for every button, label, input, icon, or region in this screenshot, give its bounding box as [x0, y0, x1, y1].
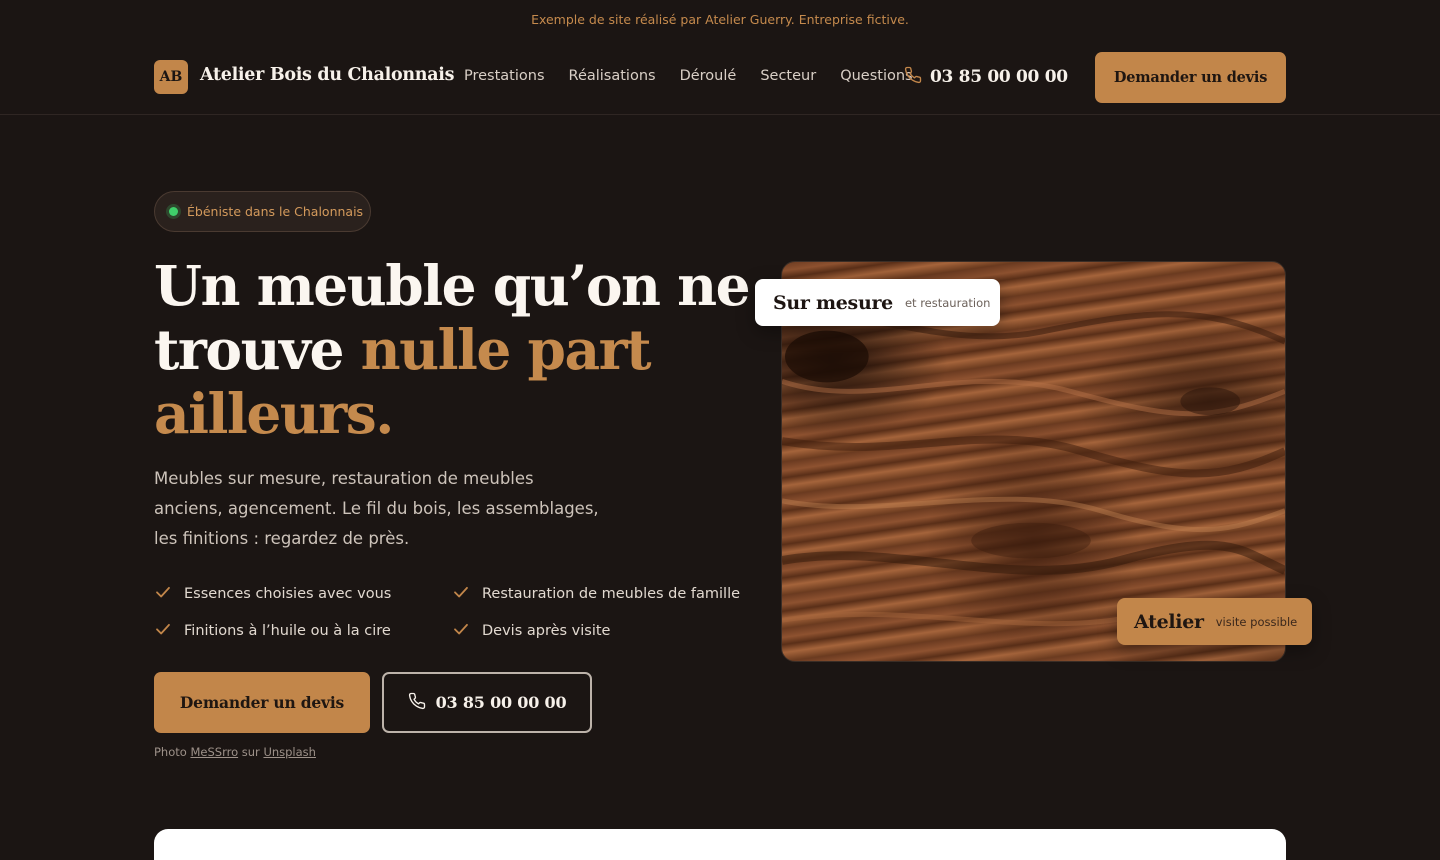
tag-top-subtitle: et restauration [904, 295, 991, 310]
nav-link-prestations[interactable]: Prestations [464, 68, 545, 84]
check-icon [154, 620, 172, 642]
credit-author-link[interactable]: MeSSrro [190, 745, 238, 759]
logo-mark[interactable]: AB [154, 60, 188, 94]
header-phone-link[interactable]: 03 85 00 00 00 [904, 66, 1068, 88]
nav-link-realisations[interactable]: Réalisations [569, 68, 656, 84]
custom-made-tag: Sur mesure et restauration [755, 279, 1000, 326]
nav-link-questions[interactable]: Questions [840, 68, 912, 84]
site-header: AB Atelier Bois du Chalonnais Prestation… [0, 40, 1440, 115]
credit-site-link[interactable]: Unsplash [263, 745, 316, 759]
demo-notice: Exemple de site réalisé par Atelier Guer… [531, 12, 909, 27]
feature-item: Devis après visite [452, 620, 610, 642]
hero-lead: Meubles sur mesure, restauration de meub… [154, 469, 599, 548]
photo-credit: Photo MeSSrro sur Unsplash [154, 745, 316, 759]
workshop-tag: Atelier visite possible [1117, 598, 1312, 645]
hero-badge-label: Ébéniste dans le Chalonnais [187, 204, 364, 219]
hero-phone-number: 03 85 00 00 00 [435, 693, 567, 712]
credit-mid: sur [241, 745, 260, 759]
hero-phone-button[interactable]: 03 85 00 00 00 [382, 672, 592, 733]
hero-quote-button[interactable]: Demander un devis [154, 672, 370, 733]
phone-icon [904, 66, 922, 88]
header-quote-button[interactable]: Demander un devis [1095, 52, 1286, 103]
credit-prefix: Photo [154, 745, 187, 759]
next-section-card [154, 829, 1286, 860]
feature-label: Restauration de meubles de famille [482, 586, 741, 602]
nav-link-secteur[interactable]: Secteur [760, 68, 816, 84]
hero-title: Un meuble qu’on ne trouve nulle part ail… [154, 254, 754, 446]
feature-item: Finitions à l’huile ou à la cire [154, 620, 391, 642]
tag-bottom-title: Atelier [1134, 610, 1204, 633]
check-icon [452, 583, 470, 605]
phone-icon [408, 692, 426, 714]
feature-item: Restauration de meubles de famille [452, 583, 740, 605]
feature-label: Devis après visite [482, 623, 611, 639]
brand-name[interactable]: Atelier Bois du Chalonnais [200, 65, 454, 85]
nav-link-deroule[interactable]: Déroulé [680, 68, 737, 84]
hero-badge: Ébéniste dans le Chalonnais [154, 191, 371, 232]
feature-label: Essences choisies avec vous [184, 586, 392, 602]
tag-top-title: Sur mesure [773, 291, 893, 314]
tag-bottom-subtitle: visite possible [1215, 614, 1298, 629]
status-dot [169, 207, 178, 216]
main-nav: Prestations Réalisations Déroulé Secteur… [464, 68, 937, 84]
check-icon [452, 620, 470, 642]
header-phone-number: 03 85 00 00 00 [930, 67, 1068, 87]
feature-label: Finitions à l’huile ou à la cire [184, 623, 391, 639]
feature-item: Essences choisies avec vous [154, 583, 391, 605]
check-icon [154, 583, 172, 605]
